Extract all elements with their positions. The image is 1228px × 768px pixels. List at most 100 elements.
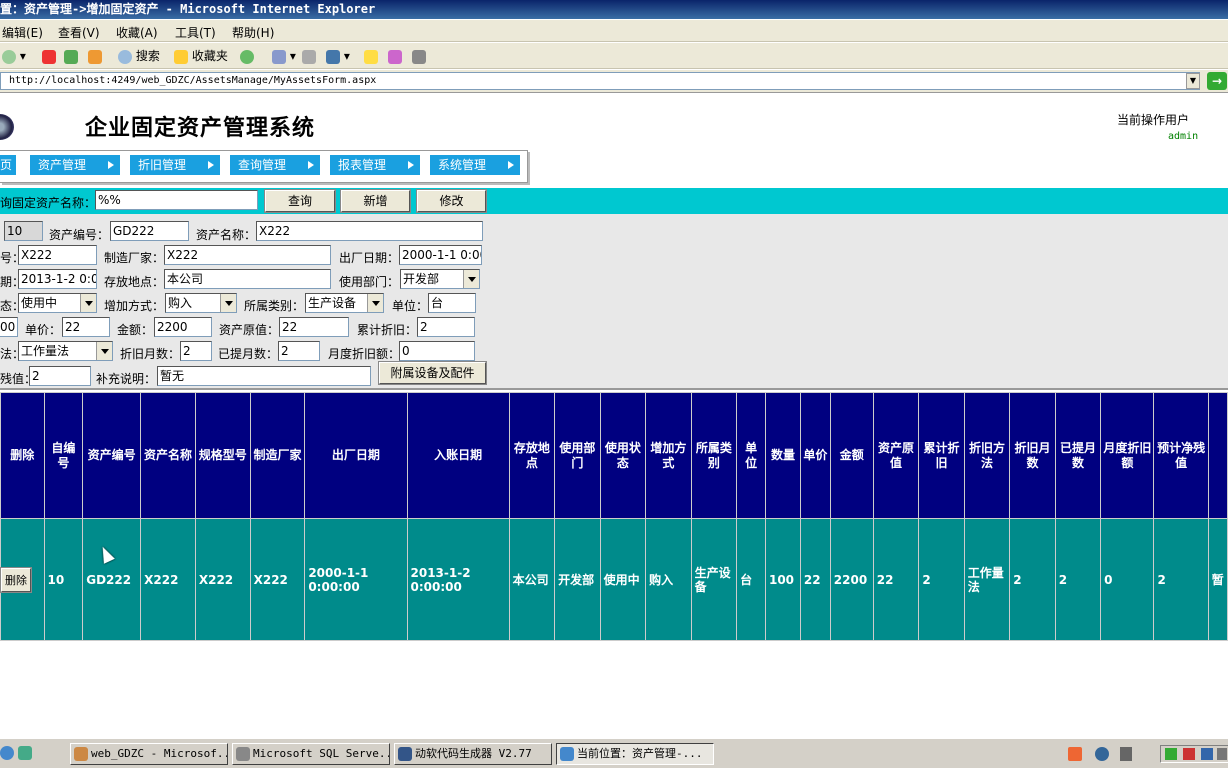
menu-view[interactable]: 查看(V) — [58, 24, 100, 41]
table-cell: 台 — [736, 518, 766, 641]
col-header: 资产原值 — [872, 392, 920, 519]
menu-edit[interactable]: 编辑(E) — [2, 24, 43, 41]
category-label: 所属类别： — [244, 299, 305, 313]
location-label: 存放地点： — [104, 275, 165, 289]
status-select-value: 使用中 — [21, 296, 58, 310]
table-row: 删除 10 GD222 X222 X222 X222 2000-1-1 0:00… — [0, 518, 1228, 641]
network-icon[interactable] — [1120, 747, 1132, 761]
nav-depreciation[interactable]: 折旧管理 — [130, 155, 220, 175]
nav-label: 报表管理 — [338, 158, 387, 172]
nav-label: 查询管理 — [238, 158, 287, 172]
edit-icon[interactable]: ▾ — [326, 47, 350, 65]
table-cell: 2 — [1054, 518, 1102, 641]
notes-icon[interactable] — [364, 47, 378, 65]
add-method-select[interactable]: 购入 — [165, 293, 237, 313]
query-button[interactable]: 查询 — [264, 189, 336, 213]
table-header-row: 删除 自编号 资产编号 资产名称 规格型号 制造厂家 出厂日期 入账日期 存放地… — [0, 392, 1228, 519]
history-icon[interactable] — [240, 47, 254, 65]
menu-help[interactable]: 帮助(H) — [232, 24, 274, 41]
tray-icon[interactable] — [1217, 748, 1227, 760]
research-icon[interactable] — [412, 47, 426, 65]
table-cell: 2 — [1009, 518, 1056, 641]
app-icon — [74, 747, 88, 761]
address-dropdown-icon[interactable]: ▼ — [1186, 73, 1200, 89]
nav-label: 折旧管理 — [138, 158, 187, 172]
entry-date-field[interactable]: 2013-1-2 0:00 — [18, 269, 97, 289]
address-input[interactable]: http://localhost:4249/web_GDZC/AssetsMan… — [0, 72, 1200, 90]
favorites-button[interactable]: 收藏夹 — [174, 47, 228, 65]
print-icon[interactable] — [302, 47, 316, 65]
maker-field[interactable]: X222 — [164, 245, 331, 265]
note-field[interactable]: 暂无 — [157, 366, 371, 386]
forward-icon[interactable]: ▾ — [2, 47, 26, 65]
delete-row-button[interactable]: 删除 — [0, 566, 32, 593]
go-arrow-icon[interactable]: → — [1207, 72, 1227, 90]
stop-icon[interactable] — [42, 47, 56, 65]
location-field[interactable]: 本公司 — [164, 269, 331, 289]
months-taken-field[interactable]: 2 — [278, 341, 320, 361]
factory-date-field[interactable]: 2000-1-1 0:00 — [399, 245, 482, 265]
mail-icon[interactable]: ▾ — [272, 47, 296, 65]
price-label: 单价： — [25, 323, 62, 337]
taskbar-item-active[interactable]: 当前位置：资产管理-... — [556, 743, 714, 765]
monthly-dep-field[interactable]: 0 — [399, 341, 475, 361]
nav-home-label: 页 — [0, 158, 13, 172]
menu-favorites[interactable]: 收藏(A) — [116, 24, 158, 41]
add-button[interactable]: 新增 — [340, 189, 411, 213]
home-icon[interactable] — [88, 47, 102, 65]
edit-button[interactable]: 修改 — [416, 189, 487, 213]
system-tray — [1160, 745, 1228, 763]
asset-name-field[interactable]: X222 — [256, 221, 483, 241]
tray-icon[interactable] — [1183, 748, 1195, 760]
amount-field[interactable]: 2200 — [154, 317, 212, 337]
table-cell: 使用中 — [599, 518, 647, 641]
price-field[interactable]: 22 — [62, 317, 110, 337]
help-icon[interactable] — [1095, 747, 1109, 761]
nav-query[interactable]: 查询管理 — [230, 155, 320, 175]
residual-field[interactable]: 2 — [29, 366, 91, 386]
menu-tools[interactable]: 工具(T) — [175, 24, 216, 41]
col-header: 存放地点 — [508, 392, 556, 519]
nav-system[interactable]: 系统管理 — [430, 155, 520, 175]
search-input[interactable]: %% — [95, 190, 258, 210]
asset-code-field[interactable]: GD222 — [110, 221, 189, 241]
col-header: 删除 — [0, 392, 45, 519]
id-field[interactable]: 10 — [4, 221, 43, 241]
taskbar-item[interactable]: Microsoft SQL Serve... — [232, 743, 390, 765]
messenger-icon[interactable] — [388, 47, 402, 65]
category-select[interactable]: 生产设备 — [305, 293, 384, 313]
accessories-button[interactable]: 附属设备及配件 — [378, 361, 487, 385]
table-cell: 2013-1-2 0:00:00 — [406, 518, 510, 641]
unit-field[interactable]: 台 — [428, 293, 476, 313]
desktop-quicklaunch-icon[interactable] — [18, 746, 32, 760]
taskbar-item[interactable]: web_GDZC - Microsof... — [70, 743, 228, 765]
model-field[interactable]: X222 — [18, 245, 97, 265]
ie-quicklaunch-icon[interactable] — [0, 746, 14, 760]
table-cell: 工作量法 — [963, 518, 1011, 641]
search-button[interactable]: 搜索 — [118, 47, 160, 65]
dep-months-field[interactable]: 2 — [180, 341, 212, 361]
nav-reports[interactable]: 报表管理 — [330, 155, 420, 175]
arrow-right-icon — [508, 161, 514, 169]
status-select[interactable]: 使用中 — [18, 293, 97, 313]
table-cell: 2 — [918, 518, 965, 641]
accum-dep-field[interactable]: 2 — [417, 317, 475, 337]
tray-app-icon[interactable] — [1068, 747, 1082, 761]
nav-home[interactable]: 页 — [0, 155, 16, 175]
tray-icon[interactable] — [1165, 748, 1177, 760]
tray-icon[interactable] — [1201, 748, 1213, 760]
dept-select[interactable]: 开发部 — [400, 269, 480, 289]
page-content: 企业固定资产管理系统 当前操作用户 admin 页 资产管理 折旧管理 查询管理… — [0, 94, 1228, 738]
nav-asset-management[interactable]: 资产管理 — [30, 155, 120, 175]
months-taken-label: 已提月数： — [218, 347, 279, 361]
taskbar-item[interactable]: 动软代码生成器 V2.77 — [394, 743, 552, 765]
search-label: 搜索 — [135, 49, 160, 63]
table-cell: 开发部 — [554, 518, 601, 641]
refresh-icon[interactable] — [64, 47, 78, 65]
col-header: 已提月数 — [1054, 392, 1102, 519]
dep-method-select[interactable]: 工作量法 — [18, 341, 113, 361]
quantity-field[interactable]: 00 — [0, 317, 18, 337]
chevron-down-icon — [463, 270, 479, 288]
app-icon — [236, 747, 250, 761]
original-value-field[interactable]: 22 — [279, 317, 349, 337]
